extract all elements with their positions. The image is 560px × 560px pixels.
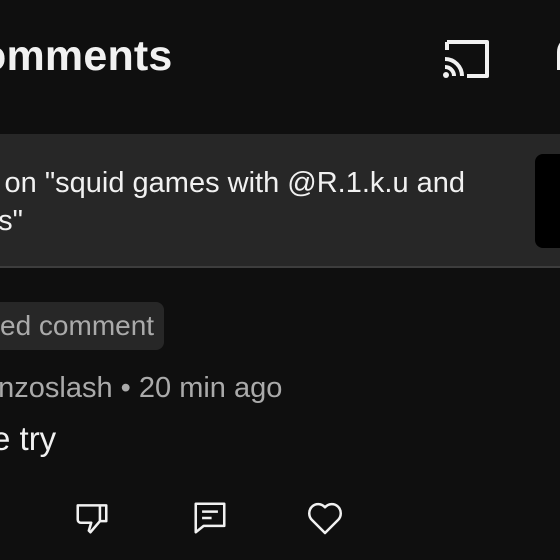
meta-separator: • <box>120 372 131 404</box>
video-title-line2: ds" <box>0 205 23 237</box>
thumbs-down-icon <box>76 504 108 534</box>
more-icon[interactable] <box>545 30 560 88</box>
highlighted-comment-label: ed comment <box>0 310 155 341</box>
cast-button[interactable] <box>433 30 499 88</box>
comment-text: e try <box>0 420 57 457</box>
heart-button[interactable] <box>303 496 347 540</box>
cast-icon <box>443 40 489 78</box>
comment-icon <box>194 502 226 534</box>
video-title-line1: s on "squid games with @R.1.k.u and <box>0 167 466 199</box>
video-title: s on "squid games with @R.1.k.u and ds" <box>0 164 512 240</box>
comment-author[interactable]: onzoslash <box>0 372 113 404</box>
dislike-button[interactable] <box>70 496 114 540</box>
heart-icon <box>308 502 342 535</box>
comment-time: 20 min ago <box>138 372 283 404</box>
comment-meta: onzoslash • 20 min ago <box>0 372 282 405</box>
comments-screen: omments s on "squid games with @R.1.k.u … <box>0 0 560 560</box>
reply-button[interactable] <box>188 496 232 540</box>
highlighted-comment-badge: ed comment <box>0 302 165 350</box>
video-thumbnail[interactable] <box>535 154 560 248</box>
page-title: omments <box>0 32 173 80</box>
